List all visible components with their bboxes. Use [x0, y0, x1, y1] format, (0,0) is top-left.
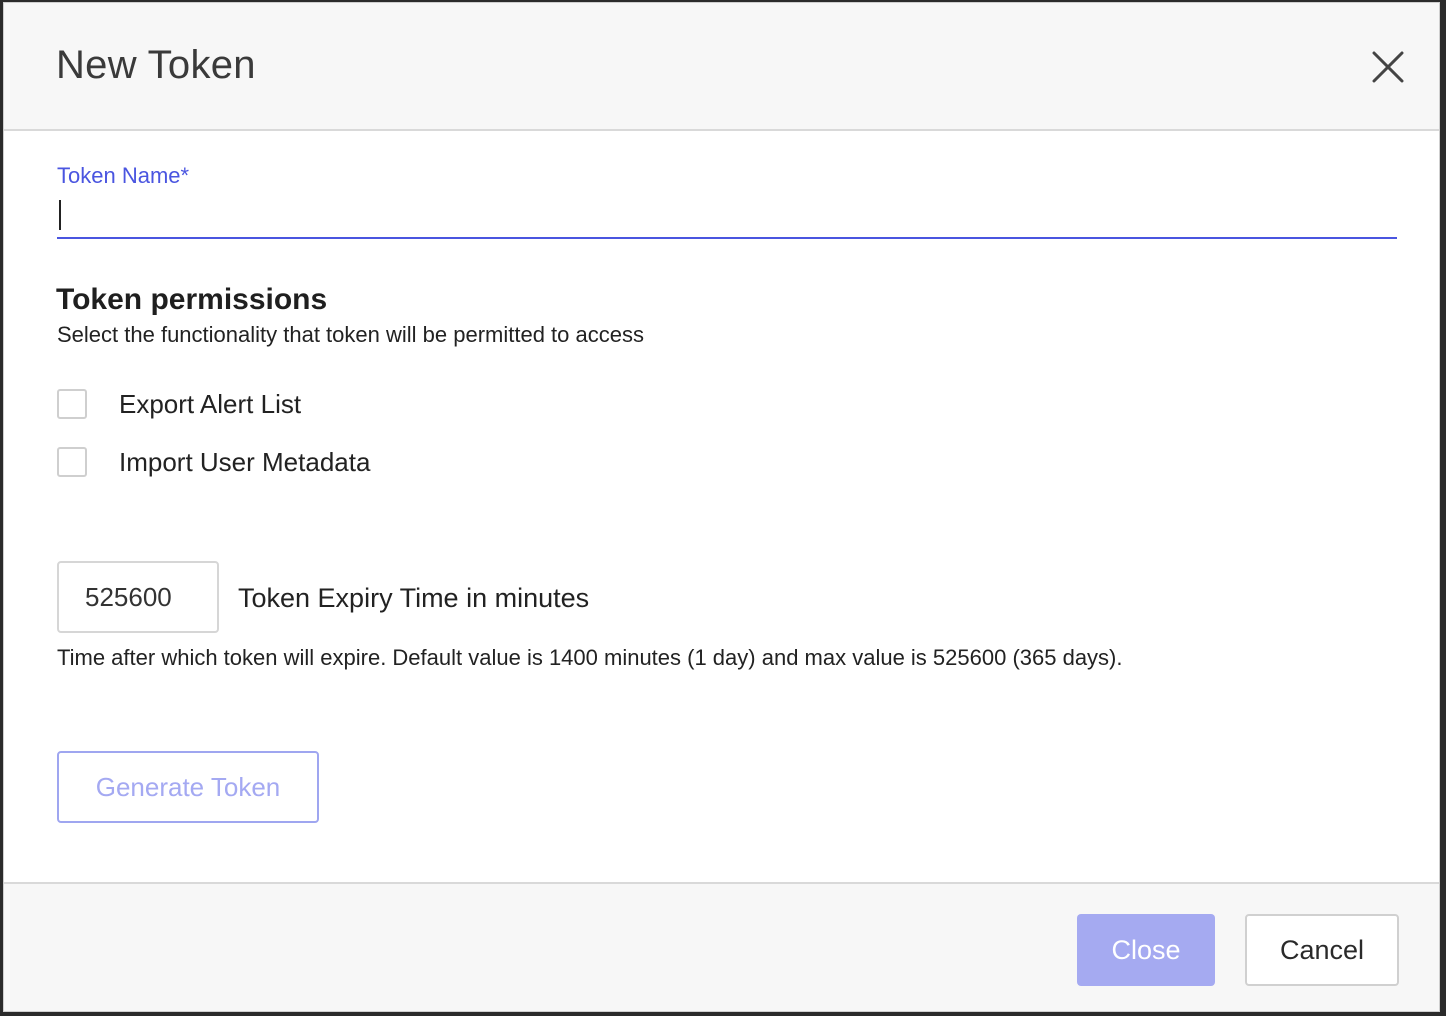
new-token-dialog: New Token Token Name* Token permissions …	[3, 2, 1440, 1012]
permission-export-alert-list[interactable]: Export Alert List	[57, 387, 301, 421]
close-icon[interactable]	[1370, 49, 1406, 85]
permissions-subtitle: Select the functionality that token will…	[57, 322, 644, 347]
close-button[interactable]: Close	[1077, 914, 1215, 986]
expiry-label: Token Expiry Time in minutes	[238, 583, 590, 613]
export-alert-list-label: Export Alert List	[119, 388, 302, 419]
text-caret	[59, 200, 61, 230]
dialog-header: New Token	[4, 3, 1439, 131]
dialog-title: New Token	[56, 43, 256, 87]
generate-token-button[interactable]: Generate Token	[57, 751, 319, 823]
expiry-help-text: Time after which token will expire. Defa…	[57, 645, 1123, 670]
export-alert-list-checkbox[interactable]	[57, 389, 87, 419]
expiry-minutes-input[interactable]	[57, 561, 219, 633]
cancel-button[interactable]: Cancel	[1245, 914, 1399, 986]
permission-import-user-metadata[interactable]: Import User Metadata	[57, 445, 370, 479]
permissions-title: Token permissions	[56, 283, 328, 316]
dialog-footer: Close Cancel	[4, 882, 1439, 1011]
token-name-label: Token Name*	[57, 163, 190, 188]
token-name-input[interactable]	[57, 195, 1397, 239]
import-user-metadata-label: Import User Metadata	[119, 446, 371, 477]
import-user-metadata-checkbox[interactable]	[57, 447, 87, 477]
